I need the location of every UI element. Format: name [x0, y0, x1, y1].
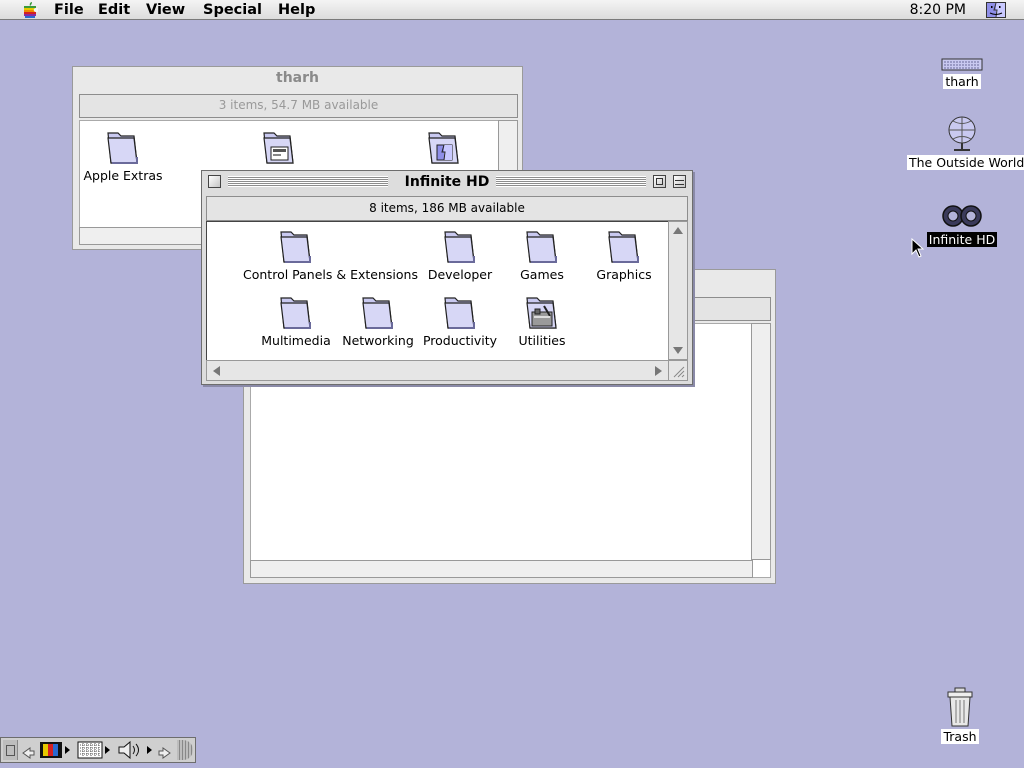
- resolution-grid-icon: [77, 741, 110, 759]
- server-volume-icon: [941, 58, 983, 71]
- folder-icon: [526, 231, 557, 263]
- trash-icon: [947, 687, 973, 727]
- desktop-icon-outside-world[interactable]: The Outside World: [907, 114, 1024, 170]
- folder-label: Games: [520, 267, 564, 282]
- scroll-left-arrow-icon[interactable]: [211, 365, 221, 377]
- scroll-down-arrow-icon[interactable]: [672, 345, 684, 355]
- folder-icon: [362, 297, 393, 329]
- desktop-icon-tharh[interactable]: tharh: [907, 57, 1017, 89]
- strip-tab-icon: [6, 745, 15, 756]
- menu-special[interactable]: Special: [203, 1, 262, 19]
- strip-scroll-right-icon[interactable]: [158, 743, 172, 763]
- monitor-color-icon: [40, 742, 70, 758]
- folder-item[interactable]: [389, 127, 499, 167]
- folder-label: Graphics: [596, 267, 652, 282]
- vertical-scrollbar[interactable]: [751, 323, 771, 560]
- desktop-icon-label: Infinite HD: [926, 232, 998, 247]
- folder-label: Utilities: [518, 333, 566, 348]
- menu-clock[interactable]: 8:20 PM: [910, 1, 966, 19]
- window-infinite-hd[interactable]: Infinite HD 8 items, 186 MB available Co…: [201, 170, 693, 385]
- desktop-icon-label: tharh: [943, 74, 981, 89]
- folder-label: Control Panels & Extensions: [243, 267, 418, 282]
- folder-item[interactable]: Utilities: [487, 292, 597, 348]
- menu-bar: File Edit View Special Help 8:20 PM: [0, 0, 1024, 20]
- hard-disk-icon: [942, 205, 982, 227]
- desktop-icon-label: Trash: [941, 729, 979, 744]
- collapse-box[interactable]: [673, 175, 686, 188]
- strip-collapse-tab[interactable]: [3, 740, 18, 760]
- horizontal-scrollbar[interactable]: [206, 360, 669, 381]
- window-info-bar: 3 items, 54.7 MB available: [79, 94, 518, 118]
- window-titlebar[interactable]: Infinite HD: [202, 171, 692, 193]
- window-titlebar[interactable]: tharh: [73, 67, 522, 89]
- zoom-icon: [656, 178, 663, 185]
- horizontal-scrollbar[interactable]: [250, 560, 753, 578]
- window-content: Control Panels & Extensions Developer Ga…: [206, 221, 688, 381]
- control-strip[interactable]: [0, 737, 196, 763]
- window-title: tharh: [276, 70, 319, 86]
- applications-folder-icon: [263, 132, 294, 164]
- speaker-volume-icon: [118, 740, 152, 760]
- utilities-folder-icon: [526, 297, 557, 329]
- desktop-icon-trash[interactable]: Trash: [905, 686, 1015, 744]
- menu-help[interactable]: Help: [278, 1, 315, 19]
- folder-icon: [107, 132, 138, 164]
- system-folder-icon: [428, 132, 459, 164]
- folder-label: Multimedia: [261, 333, 331, 348]
- network-globe-icon: [948, 116, 976, 151]
- folder-label: Developer: [427, 267, 493, 282]
- folder-item[interactable]: Graphics: [569, 226, 679, 282]
- grow-box[interactable]: [668, 360, 688, 381]
- folder-item[interactable]: Control Panels & Extensions: [241, 226, 418, 282]
- sound-volume-module[interactable]: [117, 740, 155, 760]
- monitor-bit-depth-module[interactable]: [39, 740, 73, 760]
- close-box[interactable]: [208, 175, 221, 188]
- strip-resize-tab[interactable]: [177, 740, 193, 760]
- folder-icon: [444, 231, 475, 263]
- folder-item[interactable]: [224, 127, 334, 167]
- monitor-resolution-module[interactable]: [77, 740, 113, 760]
- folder-label: Apple Extras: [83, 168, 163, 183]
- desktop-icon-label: The Outside World: [907, 155, 1024, 170]
- scroll-right-arrow-icon[interactable]: [654, 365, 664, 377]
- folder-icon: [280, 231, 311, 263]
- window-info-bar: 8 items, 186 MB available: [206, 196, 688, 221]
- resize-grip-icon: [673, 366, 685, 378]
- finder-icon[interactable]: [986, 2, 1006, 18]
- apple-logo-icon[interactable]: [22, 2, 38, 18]
- window-title: Infinite HD: [404, 174, 490, 190]
- collapse-icon: [675, 180, 684, 185]
- zoom-box[interactable]: [653, 175, 666, 188]
- strip-scroll-left-icon[interactable]: [21, 743, 35, 763]
- folder-icon: [444, 297, 475, 329]
- folder-icon: [280, 297, 311, 329]
- menu-file[interactable]: File: [54, 1, 84, 19]
- folder-icon: [608, 231, 639, 263]
- menu-view[interactable]: View: [146, 1, 185, 19]
- folder-item[interactable]: Apple Extras: [68, 127, 178, 183]
- mouse-cursor-icon: [911, 238, 925, 258]
- menu-edit[interactable]: Edit: [98, 1, 130, 19]
